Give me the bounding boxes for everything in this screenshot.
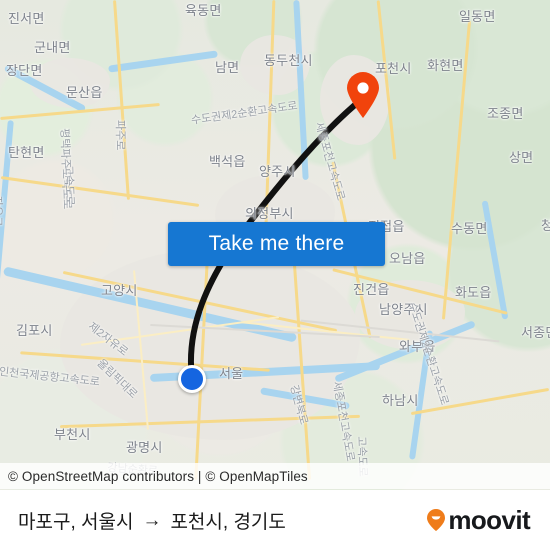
map-place-label: 탄현면 xyxy=(8,145,45,160)
moovit-wordmark: moovit xyxy=(448,504,530,535)
map-place-label: 육동면 xyxy=(185,3,222,18)
map-place-label: 상면 xyxy=(509,150,534,165)
map-place-label: 김포시 xyxy=(16,323,53,338)
map-place-label: 남면 xyxy=(215,60,240,75)
arrow-right-icon: → xyxy=(142,509,162,531)
map-place-label: 동두천시 xyxy=(264,53,313,68)
map-place-label: 수동면 xyxy=(451,221,488,236)
trip-origin: 마포구, 서울시 xyxy=(18,511,134,533)
map-place-label: 청평 xyxy=(541,218,550,233)
map-place-label: 하남시 xyxy=(382,393,419,408)
map-road-label: 자유로 xyxy=(0,196,3,227)
map-place-label: 화현면 xyxy=(427,58,464,73)
moovit-pin-icon xyxy=(427,509,446,531)
map-attribution-bar: © OpenStreetMap contributors | © OpenMap… xyxy=(0,463,550,489)
destination-pin[interactable] xyxy=(346,72,380,118)
map-place-label: 고양시 xyxy=(101,283,138,298)
map-place-label: 서종면 xyxy=(521,325,550,340)
map-place-label: 군내면 xyxy=(34,40,71,55)
map-attribution-text[interactable]: © OpenStreetMap contributors | © OpenMap… xyxy=(0,469,308,484)
moovit-map-screen: 진서면 육동면 일동면군내면남면 동두천시포천시 화현면 장단면문산읍조종면백석읍양주시 상… xyxy=(0,0,550,550)
take-me-there-button[interactable]: Take me there xyxy=(168,222,385,266)
map-place-label: 부천시 xyxy=(54,427,91,442)
footer-bar: 마포구, 서울시 → 포천시, 경기도 moovit xyxy=(0,490,550,550)
trip-summary: 마포구, 서울시 → 포천시, 경기도 xyxy=(18,507,286,534)
map-place-label: 오남읍 xyxy=(389,251,426,266)
map-place-label: 백석읍 xyxy=(209,154,246,169)
map-place-label: 진건읍 xyxy=(353,282,390,297)
map-place-label: 양주시 xyxy=(259,164,296,179)
map-place-label: 조종면 xyxy=(487,106,524,121)
origin-dot[interactable] xyxy=(178,365,206,393)
map-road-label: 고속도로 xyxy=(62,165,76,206)
map-place-label: 문산읍 xyxy=(66,85,103,100)
map-place-label: 포천시 xyxy=(375,61,412,76)
map-pin-icon xyxy=(347,72,379,118)
map-place-label: 의정부시 xyxy=(245,206,294,221)
trip-destination: 포천시, 경기도 xyxy=(170,511,286,533)
map-place-label: 서울 xyxy=(219,366,244,381)
map-place-label: 광명시 xyxy=(126,440,163,455)
map-canvas[interactable]: 진서면 육동면 일동면군내면남면 동두천시포천시 화현면 장단면문산읍조종면백석읍양주시 상… xyxy=(0,0,550,490)
map-road-label: 파주로 xyxy=(114,120,126,151)
take-me-there-label: Take me there xyxy=(208,232,345,255)
map-place-label: 일동면 xyxy=(459,9,496,24)
moovit-logo[interactable]: moovit xyxy=(426,504,531,536)
map-place-label: 화도읍 xyxy=(455,285,492,300)
map-place-label: 진서면 xyxy=(8,11,45,26)
map-place-label: 장단면 xyxy=(6,63,43,78)
